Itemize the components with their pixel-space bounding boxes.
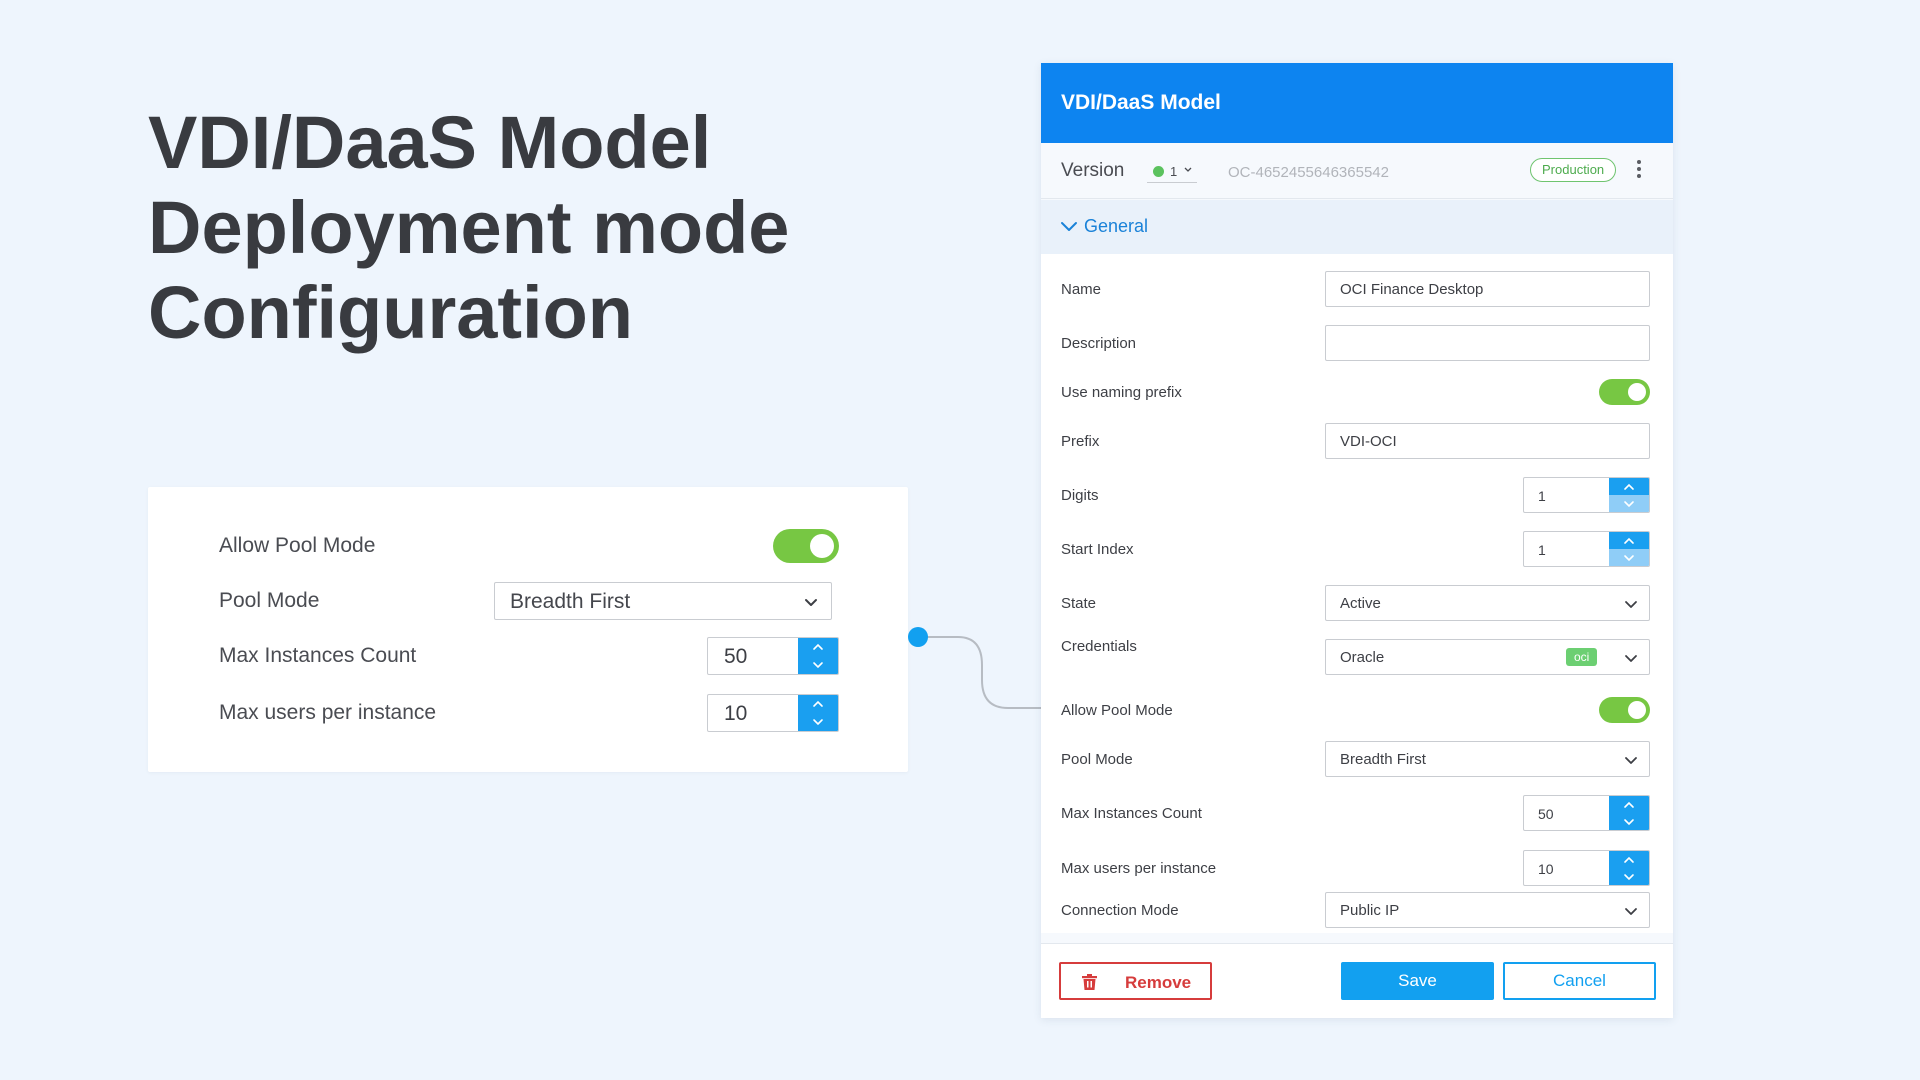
max-users-value: 10 [1538, 861, 1554, 877]
chevron-up-icon[interactable] [1609, 532, 1649, 549]
cancel-button[interactable]: Cancel [1503, 962, 1656, 1000]
state-label: State [1061, 595, 1097, 612]
version-select[interactable]: 1 [1147, 161, 1197, 183]
max-instances-stepper[interactable]: 50 [1523, 795, 1650, 831]
credentials-badge: oci [1566, 648, 1598, 666]
field-row-state: State Active [1041, 585, 1673, 623]
chevron-down-icon [1184, 167, 1192, 172]
digits-stepper-buttons [1609, 478, 1649, 512]
panel-title: VDI/DaaS Model [1061, 91, 1221, 114]
prefix-label: Prefix [1061, 433, 1100, 450]
max-users-label: Max users per instance [1061, 860, 1217, 877]
max-users-stepper-buttons [1609, 851, 1649, 885]
prefix-input[interactable]: VDI-OCI [1325, 423, 1650, 459]
start-index-value: 1 [1538, 542, 1546, 558]
name-input[interactable]: OCI Finance Desktop [1325, 271, 1650, 307]
remove-button-label: Remove [1125, 973, 1192, 992]
description-label: Description [1061, 335, 1137, 352]
max-instances-value: 50 [1538, 806, 1554, 822]
prefix-value: VDI-OCI [1340, 433, 1397, 450]
field-row-max-users: Max users per instance 10 [1041, 850, 1673, 888]
start-index-stepper[interactable]: 1 [1523, 531, 1650, 567]
version-number: 1 [1170, 164, 1178, 179]
field-row-connection-mode: Connection Mode Public IP [1041, 892, 1673, 930]
chevron-down-icon [1625, 757, 1637, 764]
chevron-up-icon[interactable] [1609, 796, 1649, 813]
field-row-description: Description [1041, 325, 1673, 363]
start-index-label: Start Index [1061, 541, 1134, 558]
more-options-icon[interactable] [1636, 160, 1642, 182]
panel-header: VDI/DaaS Model [1041, 63, 1673, 143]
digits-value: 1 [1538, 488, 1546, 504]
digits-stepper[interactable]: 1 [1523, 477, 1650, 513]
chevron-down-icon [1625, 908, 1637, 915]
chevron-down-icon [1061, 222, 1077, 231]
section-title: General [1084, 216, 1149, 236]
max-instances-stepper-buttons [1609, 796, 1649, 830]
chevron-down-icon[interactable] [1609, 813, 1649, 830]
pool-mode-select[interactable]: Breadth First [1325, 741, 1650, 777]
field-row-name: Name OCI Finance Desktop [1041, 271, 1673, 309]
panel-footer: Remove Save Cancel [1041, 943, 1673, 1018]
general-form: Name OCI Finance Desktop Description Use… [1041, 254, 1673, 933]
chevron-down-icon[interactable] [1609, 549, 1649, 566]
chevron-down-icon [1625, 601, 1637, 608]
field-row-credentials: Credentials Oracle oci [1041, 638, 1673, 677]
status-badge: Production [1530, 158, 1617, 182]
credentials-select[interactable]: Oracle oci [1325, 639, 1650, 675]
start-index-stepper-buttons [1609, 532, 1649, 566]
version-bar: Version 1 OC-4652455646365542 Production [1041, 143, 1673, 199]
field-row-pool-mode: Pool Mode Breadth First [1041, 741, 1673, 779]
name-label: Name [1061, 281, 1102, 298]
connector-dot [908, 627, 928, 647]
pool-mode-value: Breadth First [1340, 751, 1426, 768]
version-label: Version [1061, 160, 1125, 181]
field-row-max-instances: Max Instances Count 50 [1041, 795, 1673, 833]
chevron-down-icon[interactable] [1609, 495, 1649, 512]
version-id: OC-4652455646365542 [1228, 164, 1389, 181]
credentials-label: Credentials [1061, 638, 1137, 655]
remove-button[interactable]: Remove [1059, 962, 1212, 1000]
chevron-up-icon[interactable] [1609, 478, 1649, 495]
version-status-dot [1153, 166, 1164, 177]
field-row-use-naming-prefix: Use naming prefix [1041, 374, 1673, 412]
field-row-start-index: Start Index 1 [1041, 531, 1673, 569]
max-users-stepper[interactable]: 10 [1523, 850, 1650, 886]
section-general-header[interactable]: General [1041, 200, 1673, 254]
vdi-model-panel: VDI/DaaS Model Version 1 OC-465245564636… [1041, 63, 1673, 1018]
connection-mode-select[interactable]: Public IP [1325, 892, 1650, 928]
field-row-allow-pool-mode: Allow Pool Mode [1041, 692, 1673, 730]
chevron-down-icon[interactable] [1609, 868, 1649, 885]
pool-mode-label: Pool Mode [1061, 751, 1133, 768]
name-value: OCI Finance Desktop [1340, 281, 1484, 298]
allow-pool-mode-label: Allow Pool Mode [1061, 702, 1173, 719]
max-instances-label: Max Instances Count [1061, 805, 1202, 822]
credentials-value: Oracle [1340, 649, 1385, 666]
description-input[interactable] [1325, 325, 1650, 361]
state-select[interactable]: Active [1325, 585, 1650, 621]
save-button[interactable]: Save [1341, 962, 1494, 1000]
use-naming-prefix-toggle[interactable] [1599, 379, 1650, 405]
allow-pool-mode-toggle[interactable] [1599, 697, 1650, 723]
field-row-prefix: Prefix VDI-OCI [1041, 423, 1673, 461]
connection-mode-label: Connection Mode [1061, 902, 1179, 919]
field-row-digits: Digits 1 [1041, 477, 1673, 515]
trash-icon [1082, 974, 1097, 990]
digits-label: Digits [1061, 487, 1099, 504]
connection-mode-value: Public IP [1340, 902, 1400, 919]
chevron-up-icon[interactable] [1609, 851, 1649, 868]
use-naming-prefix-label: Use naming prefix [1061, 384, 1182, 401]
state-value: Active [1340, 595, 1381, 612]
chevron-down-icon [1625, 655, 1637, 662]
